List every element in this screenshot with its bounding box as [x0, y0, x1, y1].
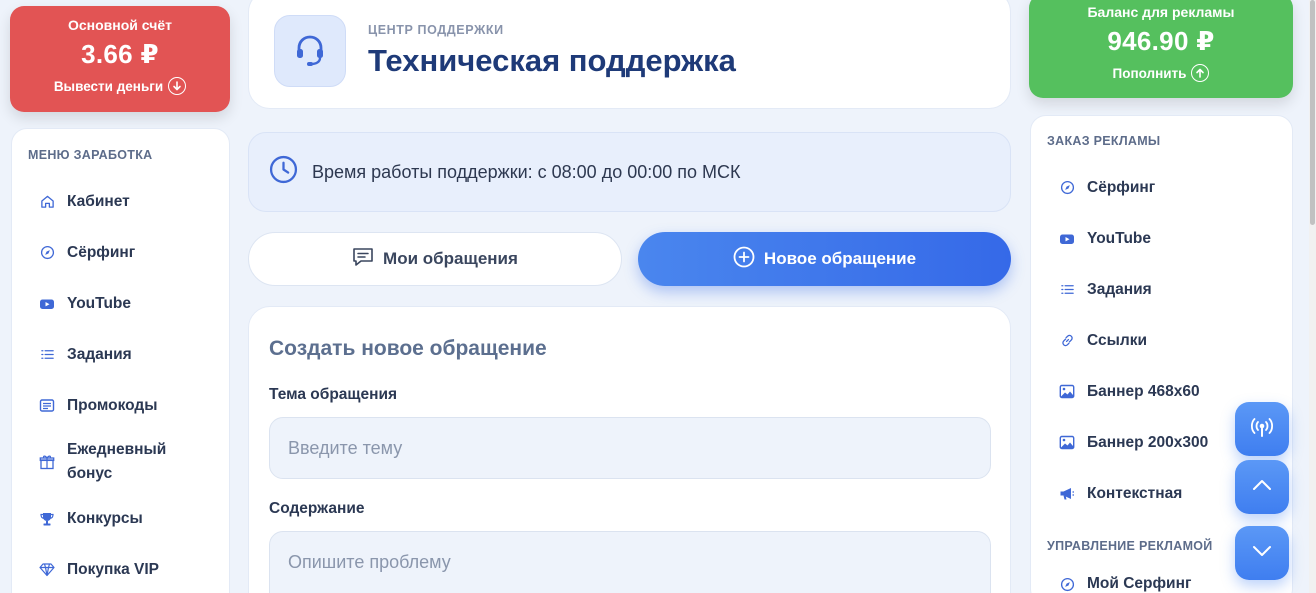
ads-item-label: Задания — [1087, 280, 1152, 298]
youtube-icon — [1058, 230, 1076, 248]
link-icon — [1058, 332, 1076, 350]
broadcast-button[interactable] — [1235, 402, 1289, 456]
sidebar-item-youtube[interactable]: YouTube — [12, 278, 229, 329]
megaphone-icon — [1058, 485, 1076, 503]
top-up-label: Пополнить — [1112, 65, 1187, 81]
plus-circle-icon — [733, 246, 755, 273]
top-up-button[interactable]: Пополнить — [1113, 64, 1210, 82]
clock-icon — [269, 155, 298, 189]
main-balance-amount: 3.66 ₽ — [81, 39, 159, 69]
sidebar-item-surfing[interactable]: Сёрфинг — [12, 227, 229, 278]
page: Основной счёт 3.66 ₽ Вывести деньги Бала… — [0, 0, 1316, 593]
ads-balance-amount: 946.90 ₽ — [1107, 26, 1215, 56]
ads-menu-heading: ЗАКАЗ РЕКЛАМЫ — [1047, 134, 1161, 148]
form-title: Создать новое обращение — [269, 337, 547, 360]
sidebar-item-label: YouTube — [67, 294, 131, 312]
withdraw-label: Вывести деньги — [53, 78, 164, 94]
ads-item-label: Мой Серфинг — [1087, 575, 1192, 592]
ads-balance-card: Баланс для рекламы 946.90 ₽ Пополнить — [1029, 0, 1293, 98]
arrow-down-circle-icon — [168, 77, 187, 95]
broadcast-icon — [1249, 415, 1275, 444]
page-title: Техническая поддержка — [368, 43, 736, 78]
scrollbar-thumb[interactable] — [1310, 0, 1315, 225]
sidebar-item-label: Промокоды — [67, 396, 158, 414]
sidebar-item-label: Задания — [67, 345, 132, 363]
earnings-menu: МЕНЮ ЗАРАБОТКА Кабинет Сёрфинг YouTube З… — [11, 128, 230, 593]
main-balance-card: Основной счёт 3.66 ₽ Вывести деньги — [10, 6, 230, 112]
image-icon — [1058, 383, 1076, 401]
ads-item-label: Сёрфинг — [1087, 178, 1156, 196]
main-balance-title: Основной счёт — [68, 17, 172, 33]
sidebar-item-contests[interactable]: Конкурсы — [12, 493, 229, 544]
sidebar-item-cabinet[interactable]: Кабинет — [12, 176, 229, 227]
ads-balance-title: Баланс для рекламы — [1087, 4, 1235, 20]
chevron-up-icon — [1252, 478, 1272, 496]
content-label: Содержание — [269, 500, 365, 517]
scroll-down-button[interactable] — [1235, 526, 1289, 580]
ads-item-youtube[interactable]: YouTube — [1031, 213, 1292, 264]
list-icon — [38, 346, 56, 364]
gift-icon — [38, 453, 56, 471]
withdraw-button[interactable]: Вывести деньги — [53, 77, 187, 95]
ads-item-label: YouTube — [1087, 229, 1151, 247]
subject-label: Тема обращения — [269, 386, 398, 403]
support-header: ЦЕНТР ПОДДЕРЖКИ Техническая поддержка — [248, 0, 1011, 109]
sidebar-item-daily-bonus[interactable]: Ежедневный бонус — [12, 431, 229, 493]
sidebar-item-label: Покупка VIP — [67, 560, 160, 578]
scroll-up-button[interactable] — [1235, 460, 1289, 514]
content-textarea[interactable] — [269, 531, 991, 593]
diamond-icon — [38, 561, 56, 579]
card-icon — [38, 397, 56, 415]
headset-icon — [274, 15, 346, 87]
tab-my-tickets-label: Мои обращения — [383, 249, 518, 268]
list-icon — [1058, 281, 1076, 299]
chevron-down-icon — [1252, 544, 1272, 562]
subject-input[interactable] — [269, 417, 991, 479]
earnings-menu-list: Кабинет Сёрфинг YouTube Задания Промокод… — [12, 176, 229, 593]
support-hours-text: Время работы поддержки: с 08:00 до 00:00… — [312, 161, 741, 182]
sidebar-item-tasks[interactable]: Задания — [12, 329, 229, 380]
home-icon — [38, 193, 56, 211]
compass-icon — [1058, 179, 1076, 197]
page-scrollbar[interactable] — [1309, 0, 1316, 593]
sidebar-item-label: Ежедневный бонус — [67, 441, 167, 482]
sidebar-item-label: Кабинет — [67, 192, 130, 210]
image-icon — [1058, 434, 1076, 452]
new-ticket-form: Создать новое обращение Тема обращения С… — [248, 306, 1011, 593]
ads-item-links[interactable]: Ссылки — [1031, 315, 1292, 366]
earnings-menu-heading: МЕНЮ ЗАРАБОТКА — [28, 148, 153, 162]
tab-new-ticket-label: Новое обращение — [763, 249, 917, 268]
support-hours-banner: Время работы поддержки: с 08:00 до 00:00… — [248, 132, 1011, 212]
compass-icon — [1058, 575, 1076, 593]
sidebar-item-promocodes[interactable]: Промокоды — [12, 380, 229, 431]
arrow-up-circle-icon — [1191, 64, 1210, 82]
tab-my-tickets[interactable]: Мои обращения — [248, 232, 622, 286]
tab-new-ticket[interactable]: Новое обращение — [638, 232, 1011, 286]
youtube-icon — [38, 295, 56, 313]
ads-item-label: Контекстная — [1087, 484, 1183, 502]
ads-menu: ЗАКАЗ РЕКЛАМЫ Сёрфинг YouTube Задания Сс… — [1030, 115, 1293, 593]
header-eyebrow: ЦЕНТР ПОДДЕРЖКИ — [368, 23, 504, 37]
sidebar-item-label: Конкурсы — [67, 509, 143, 527]
trophy-icon — [38, 510, 56, 528]
ads-item-surfing[interactable]: Сёрфинг — [1031, 162, 1292, 213]
ads-item-label: Баннер 200x300 — [1087, 433, 1209, 451]
ads-item-label: Баннер 468x60 — [1087, 382, 1200, 400]
chat-icon — [352, 247, 374, 272]
sidebar-item-label: Сёрфинг — [67, 243, 136, 261]
ads-item-label: Ссылки — [1087, 331, 1147, 349]
ads-item-tasks[interactable]: Задания — [1031, 264, 1292, 315]
compass-icon — [38, 244, 56, 262]
sidebar-item-buy-vip[interactable]: Покупка VIP — [12, 544, 229, 593]
